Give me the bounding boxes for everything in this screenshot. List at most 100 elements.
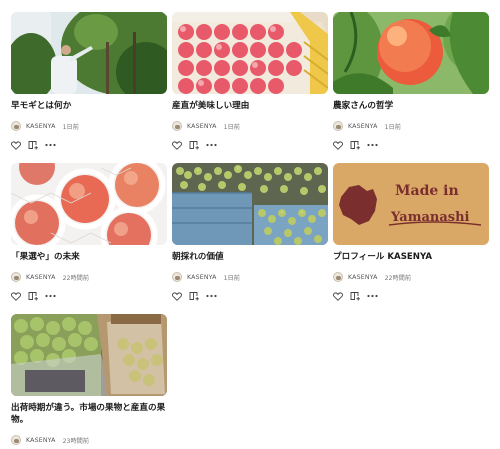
article-title[interactable]: プロフィール KASENYA bbox=[333, 251, 489, 263]
grapes-in-bags-photo bbox=[11, 314, 167, 396]
peach-branch-photo bbox=[333, 12, 489, 94]
article-thumbnail[interactable] bbox=[11, 314, 167, 396]
author-avatar[interactable] bbox=[11, 121, 21, 131]
article-title[interactable]: 早モギとは何か bbox=[11, 100, 167, 112]
author-name[interactable]: KASENYA bbox=[348, 123, 378, 130]
add-to-magazine-button[interactable] bbox=[350, 139, 367, 151]
author-avatar[interactable] bbox=[333, 272, 343, 282]
like-button[interactable] bbox=[172, 139, 189, 151]
article-card[interactable]: 農家さんの哲学 KASENYA 1日前 bbox=[333, 12, 489, 151]
add-to-magazine-button[interactable] bbox=[189, 290, 206, 302]
article-card[interactable]: 産直が美味しい理由 KASENYA 1日前 bbox=[172, 12, 328, 151]
post-date: 1日前 bbox=[223, 274, 240, 282]
logo-text-line-1: Made in bbox=[395, 183, 459, 199]
like-button[interactable] bbox=[333, 139, 350, 151]
magazine-add-icon bbox=[350, 292, 360, 301]
article-thumbnail[interactable] bbox=[172, 163, 328, 245]
more-icon bbox=[45, 294, 56, 298]
more-icon bbox=[367, 294, 378, 298]
article-actions bbox=[333, 139, 489, 151]
author-name[interactable]: KASENYA bbox=[26, 123, 56, 130]
heart-icon bbox=[333, 291, 343, 301]
made-in-yamanashi-logo: Made in Yamanashi bbox=[333, 163, 489, 245]
post-date: 22時間前 bbox=[384, 274, 412, 282]
add-to-magazine-button[interactable] bbox=[28, 290, 45, 302]
article-thumbnail[interactable] bbox=[11, 163, 167, 245]
author-avatar[interactable] bbox=[172, 272, 182, 282]
post-date: 1日前 bbox=[62, 123, 79, 131]
author-avatar[interactable] bbox=[11, 435, 21, 445]
author-name[interactable]: KASENYA bbox=[26, 437, 56, 444]
packed-peaches-photo bbox=[11, 163, 167, 245]
farmer-photo bbox=[11, 12, 167, 94]
heart-icon bbox=[172, 140, 182, 150]
article-actions bbox=[172, 290, 328, 302]
more-icon bbox=[367, 143, 378, 147]
more-options-button[interactable] bbox=[367, 290, 384, 302]
green-grapes-photo bbox=[172, 163, 328, 245]
more-options-button[interactable] bbox=[206, 139, 223, 151]
more-options-button[interactable] bbox=[367, 139, 384, 151]
article-card[interactable]: 朝採れの価値 KASENYA 1日前 bbox=[172, 163, 328, 302]
article-meta: KASENYA 1日前 bbox=[172, 272, 328, 282]
like-button[interactable] bbox=[172, 290, 189, 302]
post-date: 22時間前 bbox=[62, 274, 90, 282]
author-name[interactable]: KASENYA bbox=[187, 123, 217, 130]
like-button[interactable] bbox=[333, 290, 350, 302]
heart-icon bbox=[172, 291, 182, 301]
post-date: 1日前 bbox=[384, 123, 401, 131]
article-meta: KASENYA 23時間前 bbox=[11, 435, 167, 445]
more-options-button[interactable] bbox=[206, 290, 223, 302]
article-grid: 早モギとは何か KASENYA 1日前 産直が美味しい理由 KASENYA 1日… bbox=[0, 0, 500, 449]
author-avatar[interactable] bbox=[11, 272, 21, 282]
article-actions bbox=[11, 139, 167, 151]
article-meta: KASENYA 1日前 bbox=[333, 121, 489, 131]
article-thumbnail[interactable]: Made in Yamanashi bbox=[333, 163, 489, 245]
magazine-add-icon bbox=[189, 141, 199, 150]
heart-icon bbox=[11, 291, 21, 301]
article-card[interactable]: 出荷時期が違う。市場の果物と産直の果物。 KASENYA 23時間前 bbox=[11, 314, 167, 445]
article-card[interactable]: 早モギとは何か KASENYA 1日前 bbox=[11, 12, 167, 151]
more-options-button[interactable] bbox=[45, 139, 62, 151]
author-avatar[interactable] bbox=[172, 121, 182, 131]
like-button[interactable] bbox=[11, 290, 28, 302]
article-meta: KASENYA 1日前 bbox=[172, 121, 328, 131]
more-icon bbox=[206, 143, 217, 147]
article-title[interactable]: 朝採れの価値 bbox=[172, 251, 328, 263]
heart-icon bbox=[11, 140, 21, 150]
article-meta: KASENYA 1日前 bbox=[11, 121, 167, 131]
article-title[interactable]: 出荷時期が違う。市場の果物と産直の果物。 bbox=[11, 402, 167, 426]
author-name[interactable]: KASENYA bbox=[348, 274, 378, 281]
more-options-button[interactable] bbox=[45, 290, 62, 302]
magazine-add-icon bbox=[28, 141, 38, 150]
author-name[interactable]: KASENYA bbox=[26, 274, 56, 281]
magazine-add-icon bbox=[350, 141, 360, 150]
article-card[interactable]: Made in Yamanashi プロフィール KASENYA KASENYA… bbox=[333, 163, 489, 302]
author-avatar[interactable] bbox=[333, 121, 343, 131]
heart-icon bbox=[333, 140, 343, 150]
article-thumbnail[interactable] bbox=[172, 12, 328, 94]
magazine-add-icon bbox=[28, 292, 38, 301]
article-actions bbox=[172, 139, 328, 151]
more-icon bbox=[45, 143, 56, 147]
peach-crate-photo bbox=[172, 12, 328, 94]
add-to-magazine-button[interactable] bbox=[350, 290, 367, 302]
post-date: 1日前 bbox=[223, 123, 240, 131]
add-to-magazine-button[interactable] bbox=[28, 139, 45, 151]
article-meta: KASENYA 22時間前 bbox=[11, 272, 167, 282]
article-actions bbox=[333, 290, 489, 302]
add-to-magazine-button[interactable] bbox=[189, 139, 206, 151]
magazine-add-icon bbox=[189, 292, 199, 301]
article-meta: KASENYA 22時間前 bbox=[333, 272, 489, 282]
article-actions bbox=[11, 290, 167, 302]
article-title[interactable]: 産直が美味しい理由 bbox=[172, 100, 328, 112]
article-card[interactable]: 「果選や」の未来 KASENYA 22時間前 bbox=[11, 163, 167, 302]
like-button[interactable] bbox=[11, 139, 28, 151]
post-date: 23時間前 bbox=[62, 437, 90, 445]
article-title[interactable]: 農家さんの哲学 bbox=[333, 100, 489, 112]
article-title[interactable]: 「果選や」の未来 bbox=[11, 251, 167, 263]
article-thumbnail[interactable] bbox=[333, 12, 489, 94]
article-thumbnail[interactable] bbox=[11, 12, 167, 94]
author-name[interactable]: KASENYA bbox=[187, 274, 217, 281]
more-icon bbox=[206, 294, 217, 298]
